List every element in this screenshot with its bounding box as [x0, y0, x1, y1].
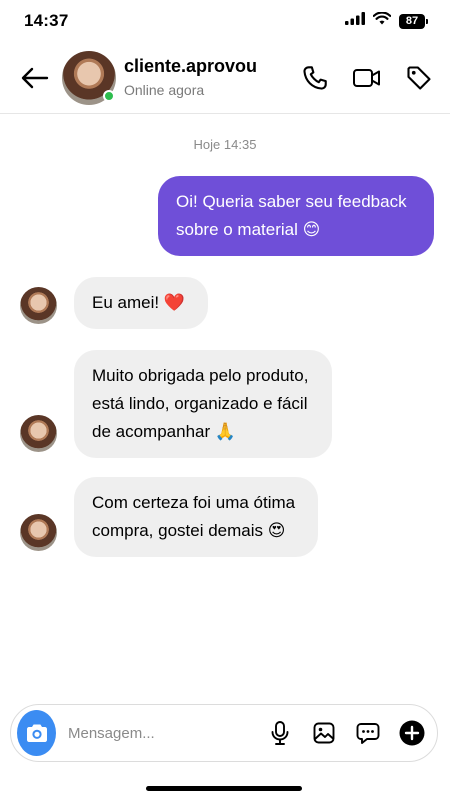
chat-bubble-icon [356, 723, 380, 744]
chat-header: cliente.aprovou Online agora [0, 42, 450, 114]
chat-timestamp: Hoje 14:35 [193, 137, 257, 152]
message-composer [10, 704, 438, 762]
contact-name: cliente.aprovou [124, 56, 258, 76]
image-icon [313, 722, 335, 744]
chat-screen: 14:37 87 cliente.aprovou Online agora Ho… [0, 0, 450, 800]
composer-actions [267, 720, 425, 746]
status-time: 14:37 [24, 11, 69, 30]
phone-icon [303, 65, 327, 90]
status-bar: 14:37 87 [0, 0, 450, 42]
incoming-message[interactable]: Eu amei! ❤️ [74, 277, 208, 329]
sender-avatar[interactable] [20, 415, 57, 452]
microphone-icon [271, 721, 289, 745]
gallery-button[interactable] [311, 720, 337, 746]
call-button[interactable] [300, 63, 330, 93]
back-button[interactable] [18, 61, 52, 95]
plus-circle-icon [399, 720, 425, 746]
header-actions [300, 63, 434, 93]
contact-status: Online agora [124, 82, 205, 98]
signal-icon [345, 12, 365, 30]
contact-avatar-wrap[interactable] [62, 50, 116, 105]
camera-icon [26, 724, 47, 742]
add-button[interactable] [399, 720, 425, 746]
video-camera-icon [353, 68, 380, 87]
incoming-message[interactable]: Muito obrigada pelo produto, está lindo,… [74, 350, 332, 458]
message-list[interactable]: Hoje 14:35 Oi! Queria saber seu feedback… [0, 115, 450, 700]
online-indicator [103, 89, 115, 102]
status-indicators: 87 [345, 11, 428, 30]
sender-avatar[interactable] [20, 287, 57, 324]
sticker-button[interactable] [355, 720, 381, 746]
battery-level: 87 [399, 13, 425, 29]
camera-button[interactable] [17, 710, 56, 756]
video-call-button[interactable] [352, 63, 382, 93]
wifi-icon [372, 11, 392, 30]
incoming-message[interactable]: Com certeza foi uma ótima compra, gostei… [74, 477, 318, 557]
message-input[interactable] [68, 724, 267, 742]
sender-avatar[interactable] [20, 514, 57, 551]
back-arrow-icon [21, 67, 49, 88]
battery-icon: 87 [399, 13, 428, 29]
tag-button[interactable] [404, 63, 434, 93]
tag-icon [407, 65, 431, 90]
contact-info[interactable]: cliente.aprovou Online agora [124, 55, 300, 100]
outgoing-message[interactable]: Oi! Queria saber seu feedback sobre o ma… [158, 176, 434, 256]
voice-message-button[interactable] [267, 720, 293, 746]
home-indicator[interactable] [146, 786, 302, 791]
